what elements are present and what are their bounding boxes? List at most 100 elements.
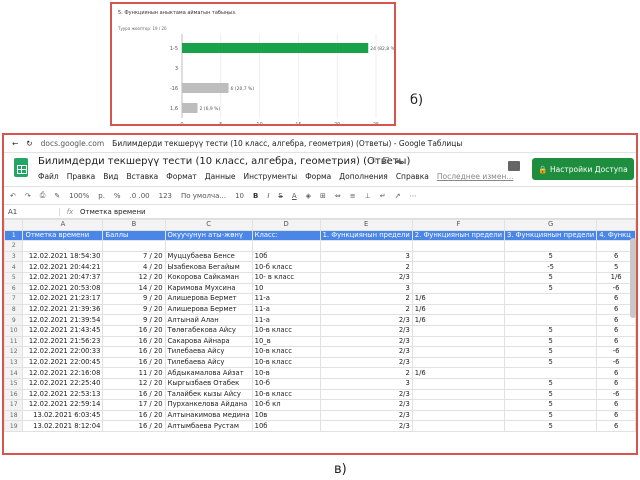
table-cell[interactable]: 12.02.2021 20:44:21 [22,261,104,273]
table-cell[interactable] [411,420,506,432]
table-cell[interactable]: Талайбек кызы Айсу [164,388,253,401]
back-icon[interactable]: ← [12,139,18,148]
menu-item[interactable]: Дополнения [339,172,388,181]
table-cell[interactable]: 12.02.2021 21:39:54 [22,314,104,326]
bold-button[interactable]: B [253,192,258,200]
table-cell[interactable]: 12.02.2021 22:25:40 [22,377,104,390]
formula-input[interactable]: Отметка времени [80,208,146,216]
table-cell[interactable]: 5 [503,250,598,263]
table-cell[interactable] [411,399,506,411]
table-cell[interactable] [503,314,598,326]
table-cell[interactable]: 12.02.2021 22:53:13 [22,388,104,401]
column-header[interactable]: F [411,219,506,231]
table-cell[interactable]: Муццубаева Бенсе [164,250,253,263]
table-cell[interactable] [503,293,598,305]
table-cell[interactable]: 16 / 20 [102,346,166,358]
font-select[interactable]: По умолча... [181,192,226,200]
table-cell[interactable]: Кокорова Сайкаман [164,271,253,284]
table-cell[interactable]: 10-в класс [251,324,321,337]
decimals-buttons[interactable]: .0 .00 [130,192,150,200]
table-cell[interactable]: 6 [596,335,636,348]
table-cell[interactable]: 11 / 20 [102,367,166,379]
align-icon[interactable]: ≡ [350,192,356,200]
table-cell[interactable] [411,261,506,273]
row-number[interactable]: 8 [4,303,24,316]
table-cell[interactable]: Тилебаева Айсу [164,346,253,358]
table-cell[interactable]: 12.02.2021 21:43:45 [22,324,104,337]
menu-item[interactable]: Вставка [127,172,159,181]
table-cell[interactable]: 11-а [251,303,321,316]
table-cell[interactable]: 10-в класс [251,388,321,401]
name-box[interactable]: A1 [4,207,60,216]
table-cell[interactable]: 1/6 [411,293,506,305]
table-cell[interactable]: 2/3 [319,314,413,326]
table-cell[interactable] [102,240,166,252]
table-cell[interactable]: 12.02.2021 22:00:45 [22,356,104,369]
row-number[interactable]: 19 [4,420,24,432]
table-cell[interactable]: 13.02.2021 8:12:04 [22,420,104,432]
table-cell[interactable]: 12.02.2021 22:59:14 [22,399,104,411]
table-cell[interactable]: 5 [503,335,598,348]
table-cell[interactable]: 12.02.2021 21:23:17 [22,293,104,305]
table-cell[interactable] [411,377,506,390]
table-cell[interactable]: 6 [596,367,636,379]
row-number[interactable]: 15 [4,377,24,390]
table-cell[interactable]: 2/3 [319,399,413,411]
table-cell[interactable] [503,303,598,316]
table-cell[interactable]: Алтынакимова медина [164,409,253,422]
table-cell[interactable]: Төлөгабекова Айсу [164,324,253,337]
table-cell[interactable]: 2/3 [319,356,413,369]
move-icon[interactable]: ⊡ [382,156,394,166]
table-cell[interactable]: 5 [503,324,598,337]
more-icon[interactable]: ⋯ [410,192,417,200]
table-cell[interactable]: 2 [319,367,413,379]
table-cell[interactable]: -6 [596,356,636,369]
header-cell[interactable]: 1. Функциянын предели [319,229,413,242]
currency-button[interactable]: р. [98,192,105,200]
row-number[interactable]: 14 [4,367,24,379]
table-cell[interactable]: 1/6 [411,314,506,326]
table-cell[interactable]: -6 [596,346,636,358]
table-cell[interactable] [164,240,253,252]
undo-icon[interactable]: ↶ [10,192,16,200]
table-cell[interactable] [503,240,598,252]
table-cell[interactable]: 16 / 20 [102,388,166,401]
menu-item[interactable]: Правка [67,172,96,181]
table-cell[interactable]: 2/3 [319,346,413,358]
table-cell[interactable]: 17 / 20 [102,399,166,411]
table-cell[interactable]: 6 [596,377,636,390]
share-button[interactable]: 🔒 Настройки Доступа [532,158,634,180]
table-cell[interactable] [411,250,506,263]
table-cell[interactable]: 6 [596,409,636,422]
table-cell[interactable]: 2/3 [319,409,413,422]
table-cell[interactable]: 12 / 20 [102,271,166,284]
table-cell[interactable] [411,409,506,422]
row-number[interactable]: 17 [4,399,24,411]
table-cell[interactable]: 10-б кл [251,399,321,411]
row-number[interactable]: 18 [4,409,24,422]
font-size-select[interactable]: 10 [235,192,244,200]
row-number[interactable]: 1 [4,229,24,242]
table-cell[interactable] [22,240,104,252]
row-number[interactable]: 16 [4,388,24,401]
borders-icon[interactable]: ⊞ [320,192,326,200]
zoom-select[interactable]: 100% [69,192,89,200]
table-cell[interactable]: 10-б класс [251,261,321,273]
column-header[interactable]: D [251,219,321,231]
url-text[interactable]: docs.google.com [41,139,105,148]
menu-item[interactable]: Форма [305,172,331,181]
column-header[interactable] [596,219,636,231]
table-cell[interactable]: 4 / 20 [102,261,166,273]
table-cell[interactable]: Тилебаева Айсу [164,356,253,369]
column-header[interactable]: C [164,219,253,231]
table-cell[interactable]: Каримова Мухсина [164,282,253,295]
table-cell[interactable]: 16 / 20 [102,324,166,337]
table-cell[interactable]: 10б [251,420,321,432]
cloud-icon[interactable]: ☁ [394,156,407,166]
column-header[interactable]: B [102,219,166,231]
table-cell[interactable]: 12.02.2021 22:16:08 [22,367,104,379]
table-cell[interactable]: 5 [503,399,598,411]
table-cell[interactable]: 2/3 [319,388,413,401]
table-cell[interactable]: 9 / 20 [102,293,166,305]
format-select[interactable]: 123 [159,192,172,200]
